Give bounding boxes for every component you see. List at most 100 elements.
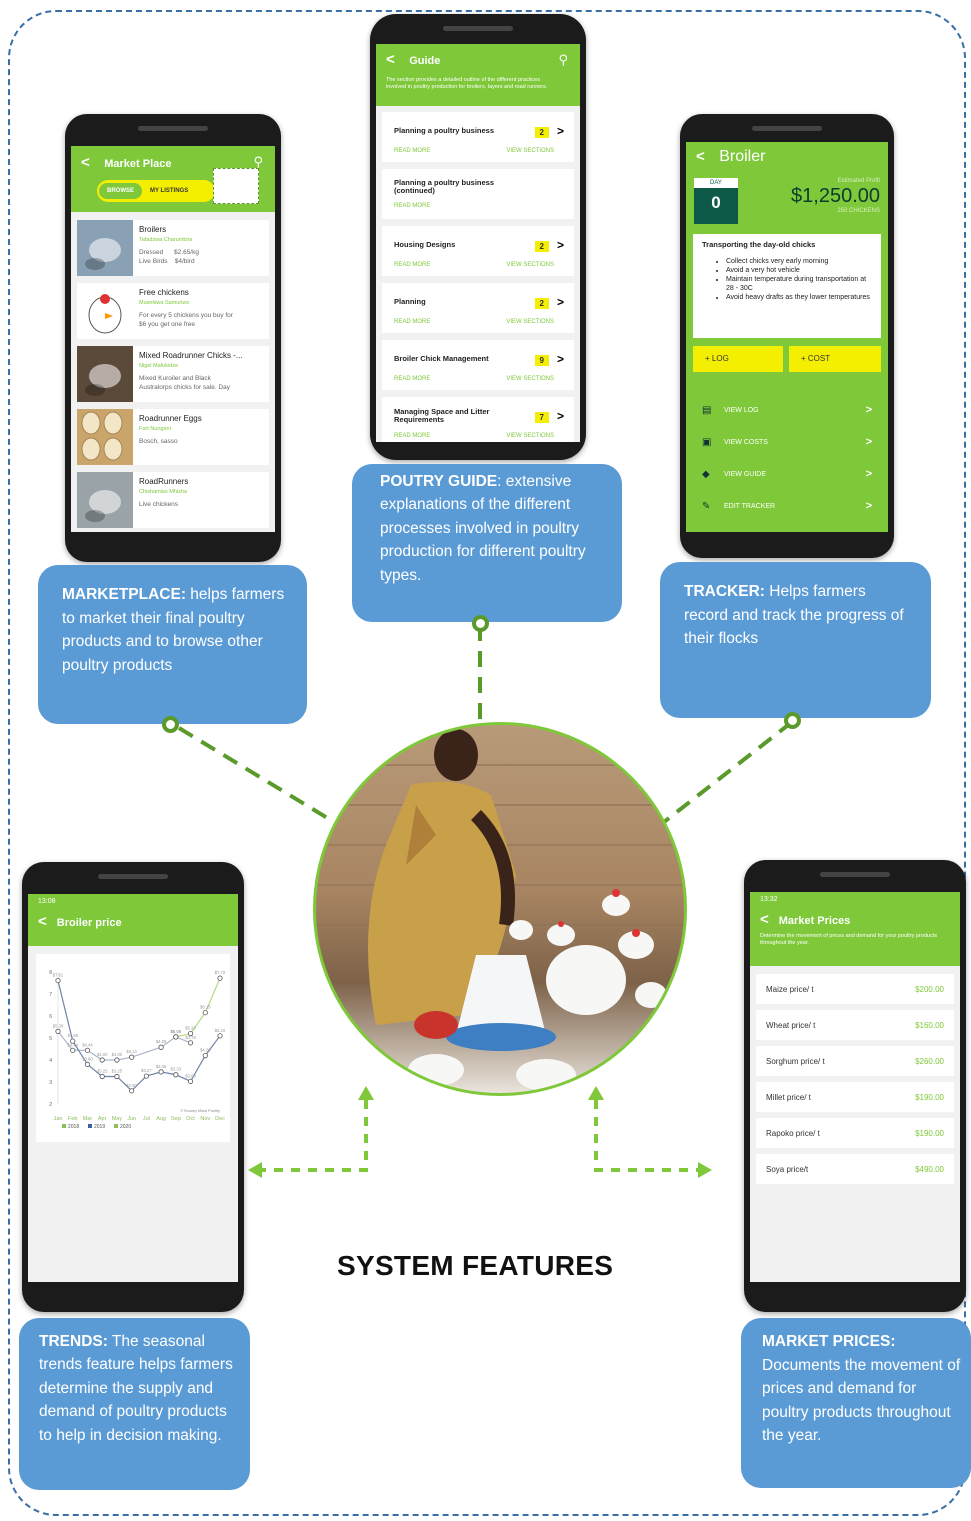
data-point [217, 1033, 223, 1039]
chevron-right-icon[interactable]: > [557, 409, 564, 423]
y-tick-label: 4 [49, 1058, 52, 1064]
tab-browse[interactable]: BROWSE [99, 183, 142, 199]
guide-card[interactable]: Planning a poultry business (continued) R… [382, 169, 574, 219]
guide-header: < Guide ⚲ The section provides a detaile… [376, 44, 580, 106]
cost-button[interactable]: + COST [789, 346, 881, 372]
data-label: $4.00 [97, 1052, 108, 1057]
tip-title: Transporting the day-old chicks [702, 240, 816, 249]
market-prices-description: Determine the movement of prices and dem… [760, 933, 938, 946]
listing-text: Mixed Roadrunner Chicks -... Nigel Mafuki… [133, 346, 249, 402]
section-count-badge: 9 [534, 355, 549, 366]
chart-source: © Econey Mack Poultry [180, 1109, 220, 1113]
view-sections-link[interactable]: VIEW SECTIONS [506, 262, 554, 268]
tracker-menu-item[interactable]: ▣ VIEW COSTS > [686, 426, 888, 458]
tip-item: Collect chicks very early morning [726, 257, 872, 266]
screen-title: Market Place [104, 158, 172, 170]
view-sections-link[interactable]: VIEW SECTIONS [506, 433, 554, 439]
guide-card[interactable]: Broiler Chick Management 9 > READ MORE VIEW … [382, 340, 574, 390]
price-row[interactable]: Sorghum price/ t $260.00 [756, 1046, 954, 1076]
data-label: $3.27 [141, 1068, 152, 1073]
tab-my-listings[interactable]: MY LISTINGS [142, 183, 196, 199]
back-arrow-icon[interactable]: < [81, 154, 90, 171]
status-time: 13:32 [760, 896, 778, 903]
view-sections-link[interactable]: VIEW SECTIONS [506, 319, 554, 325]
log-button[interactable]: + LOG [693, 346, 783, 372]
day-box: DAY 0 [694, 178, 738, 224]
read-more-link[interactable]: READ MORE [394, 376, 430, 382]
new-listing-box[interactable] [213, 168, 259, 204]
data-point [173, 1034, 179, 1040]
chevron-right-icon[interactable]: > [557, 352, 564, 366]
chevron-right-icon[interactable]: > [557, 295, 564, 309]
back-arrow-icon[interactable]: < [696, 148, 705, 165]
data-point [158, 1069, 164, 1075]
read-more-link[interactable]: READ MORE [394, 433, 430, 439]
listing-title: RoadRunners [139, 477, 189, 486]
market-prices-bubble: MARKET PRICES: Documents the movement of… [741, 1318, 971, 1488]
data-point [217, 975, 223, 981]
price-row[interactable]: Soya price/t $490.00 [756, 1154, 954, 1184]
listing-card[interactable]: Free chickens Musekiwa Samuriwo For every … [77, 283, 269, 339]
x-tick-label: Sep [171, 1116, 181, 1122]
search-icon[interactable]: ⚲ [558, 52, 568, 68]
listing-card[interactable]: RoadRunners Chishamiso Mhizha Live chicken… [77, 472, 269, 528]
price-value: $160.00 [915, 1020, 944, 1030]
guide-card[interactable]: Planning 2 > READ MORE VIEW SECTIONS [382, 283, 574, 333]
guide-card[interactable]: Planning a poultry business 2 > READ MORE VI… [382, 112, 574, 162]
back-arrow-icon[interactable]: < [760, 911, 769, 928]
view-sections-link[interactable]: VIEW SECTIONS [506, 376, 554, 382]
listing-seller: Tafadzwa Charumbira [139, 237, 193, 243]
view-sections-link[interactable]: VIEW SECTIONS [506, 148, 554, 154]
y-tick-label: 2 [49, 1102, 52, 1108]
tracker-menu-item[interactable]: ◆ VIEW GUIDE > [686, 458, 888, 490]
listing-detail: Mixed Kuroiler and Black [139, 375, 211, 382]
data-label: $6.15 [200, 1005, 211, 1010]
listing-detail: Australorps chicks for sale. Day [139, 384, 231, 391]
price-row[interactable]: Wheat price/ t $160.00 [756, 1010, 954, 1040]
x-tick-label: Jun [127, 1116, 136, 1122]
tip-list: Collect chicks very early morningAvoid a… [702, 257, 872, 302]
listing-list: Broilers Tafadzwa Charumbira Dressed $2.65… [71, 212, 275, 528]
data-point [55, 1028, 61, 1035]
section-count-badge: 2 [534, 127, 549, 138]
day-label: DAY [694, 178, 738, 188]
screen-title: Guide [409, 55, 441, 67]
guide-title: Planning [394, 297, 426, 306]
listing-card[interactable]: Broilers Tafadzwa Charumbira Dressed $2.65… [77, 220, 269, 276]
read-more-link[interactable]: READ MORE [394, 148, 430, 154]
read-more-link[interactable]: READ MORE [394, 319, 430, 325]
price-row[interactable]: Rapoko price/ t $190.00 [756, 1118, 954, 1148]
data-label: $2.60 [126, 1083, 137, 1088]
data-label: $4.78 [185, 1035, 196, 1040]
day-value: 0 [711, 193, 721, 212]
marketplace-bubble: MARKETPLACE: helps farmers to market the… [38, 565, 307, 724]
price-row[interactable]: Maize price/ t $200.00 [756, 974, 954, 1004]
listing-card[interactable]: Roadrunner Eggs Fort Nungeni Bosch, sasso [77, 409, 269, 465]
menu-label: VIEW GUIDE [724, 470, 767, 478]
farmer-feeding-chickens-photo [316, 729, 684, 1091]
y-tick-label: 7 [49, 992, 52, 998]
guide-card[interactable]: Housing Designs 2 > READ MORE VIEW SECTIONS [382, 226, 574, 276]
price-value: $200.00 [915, 984, 944, 994]
x-tick-label: Nov [200, 1116, 210, 1122]
listing-detail: Bosch, sasso [139, 438, 178, 445]
tracker-menu-item[interactable]: ✎ EDIT TRACKER > [686, 490, 888, 522]
chevron-right-icon[interactable]: > [557, 124, 564, 138]
back-arrow-icon[interactable]: < [38, 913, 47, 930]
profit-value: $1,250.00 [791, 185, 880, 207]
read-more-link[interactable]: READ MORE [394, 203, 430, 209]
guide-card[interactable]: Managing Space and Litter Requirements 7 >… [382, 397, 574, 442]
bubble-title: POUTRY GUIDE [380, 473, 498, 490]
back-arrow-icon[interactable]: < [386, 51, 395, 68]
menu-label: VIEW COSTS [724, 438, 768, 446]
read-more-link[interactable]: READ MORE [394, 262, 430, 268]
bubble-text: Documents the movement of prices and dem… [762, 1356, 961, 1445]
price-row[interactable]: Millet price/ t $190.00 [756, 1082, 954, 1112]
x-tick-label: Apr [98, 1116, 107, 1122]
listing-card[interactable]: Mixed Roadrunner Chicks -... Nigel Mafuki… [77, 346, 269, 402]
tracker-menu-item[interactable]: ▤ VIEW LOG > [686, 394, 888, 426]
chevron-right-icon[interactable]: > [557, 238, 564, 252]
price-value: $490.00 [915, 1164, 944, 1174]
connector-dot [472, 615, 489, 632]
cartoon-chicken [77, 283, 133, 339]
